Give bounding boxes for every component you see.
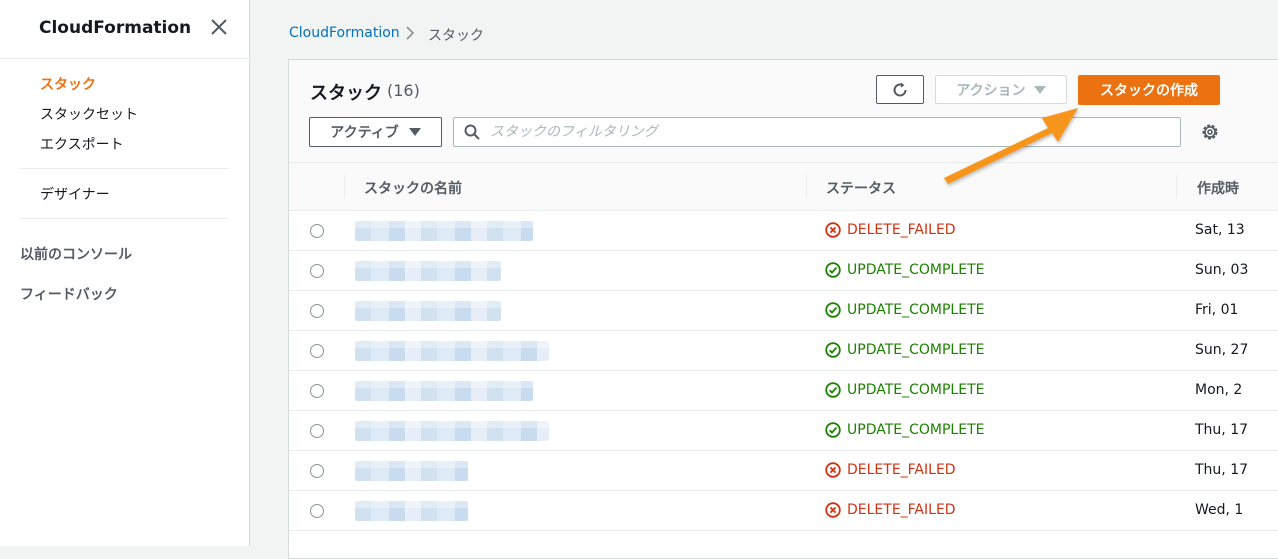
sidebar-item-feedback[interactable]: フィードバック [20,284,118,304]
status-text: DELETE_FAILED [847,502,956,518]
check-circle-icon [825,382,841,398]
row-select-radio[interactable] [310,304,324,318]
panel-header: スタック (16) アクション スタックの作成 アクティブ [289,60,1278,163]
stack-name-link-redacted[interactable] [355,501,468,521]
table-row[interactable]: UPDATE_COMPLETE Fri, 01 [289,291,1278,331]
stack-name-link-redacted[interactable] [355,421,549,441]
sidebar: CloudFormation スタック スタックセット エクスポート デザイナー… [0,0,250,546]
stack-count: (16) [387,81,420,100]
created-time-cell: Sun, 03 [1195,262,1249,278]
stacks-panel: スタック (16) アクション スタックの作成 アクティブ スタックのフィルタリ… [288,59,1278,559]
table-row[interactable]: DELETE_FAILED Wed, 1 [289,491,1278,531]
sidebar-divider [20,168,229,169]
table-header: スタックの名前 ステータス 作成時 [289,163,1278,211]
status-cell: UPDATE_COMPLETE [825,342,984,358]
column-divider [806,175,807,199]
sidebar-title: CloudFormation [39,18,192,38]
status-text: UPDATE_COMPLETE [847,342,985,358]
stack-name-link-redacted[interactable] [355,261,501,281]
stack-name-link-redacted[interactable] [355,381,533,401]
error-circle-icon [825,222,841,238]
created-time-cell: Sun, 27 [1195,342,1249,358]
refresh-icon [893,82,907,96]
status-text: UPDATE_COMPLETE [847,422,985,438]
created-time-cell: Thu, 17 [1195,422,1249,438]
row-select-radio[interactable] [310,224,324,238]
status-cell: UPDATE_COMPLETE [825,302,984,318]
row-select-radio[interactable] [310,464,324,478]
caret-down-icon [1033,85,1046,94]
status-cell: DELETE_FAILED [825,502,956,518]
check-circle-icon [825,302,841,318]
actions-label: アクション [956,82,1026,99]
status-text: UPDATE_COMPLETE [847,382,985,398]
column-header-name[interactable]: スタックの名前 [364,178,462,198]
created-time-cell: Fri, 01 [1195,302,1239,318]
stack-name-link-redacted[interactable] [355,461,468,481]
row-select-radio[interactable] [310,424,324,438]
chevron-right-icon [406,26,415,40]
sidebar-item-previous-console[interactable]: 以前のコンソール [20,244,132,264]
table-row[interactable]: DELETE_FAILED Sat, 13 [289,211,1278,251]
row-select-radio[interactable] [310,264,324,278]
refresh-button[interactable] [876,75,924,104]
table-row[interactable]: UPDATE_COMPLETE Sun, 03 [289,251,1278,291]
status-text: UPDATE_COMPLETE [847,302,985,318]
created-time-cell: Sat, 13 [1195,222,1245,238]
table-row[interactable]: DELETE_FAILED Thu, 17 [289,451,1278,491]
caret-down-icon [408,128,421,136]
status-text: DELETE_FAILED [847,462,956,478]
status-cell: UPDATE_COMPLETE [825,262,984,278]
error-circle-icon [825,462,841,478]
status-text: DELETE_FAILED [847,222,956,238]
search-input[interactable] [490,124,1170,140]
sidebar-item-designer[interactable]: デザイナー [40,184,110,204]
sidebar-item-stacks[interactable]: スタック [40,74,96,94]
status-filter-label: アクティブ [330,125,399,141]
search-icon [464,124,480,140]
column-header-status[interactable]: ステータス [826,178,896,198]
check-circle-icon [825,342,841,358]
sidebar-item-exports[interactable]: エクスポート [40,134,124,154]
created-time-cell: Wed, 1 [1195,502,1244,518]
status-cell: DELETE_FAILED [825,462,956,478]
status-text: UPDATE_COMPLETE [847,262,985,278]
close-icon[interactable] [208,16,230,38]
row-select-radio[interactable] [310,504,324,518]
status-cell: UPDATE_COMPLETE [825,382,984,398]
check-circle-icon [825,262,841,278]
page-title: スタック [310,83,382,104]
error-circle-icon [825,502,841,518]
created-time-cell: Thu, 17 [1195,462,1249,478]
table-row[interactable]: UPDATE_COMPLETE Sun, 27 [289,331,1278,371]
column-header-created[interactable]: 作成時 [1197,178,1239,198]
stack-name-link-redacted[interactable] [355,301,501,321]
column-divider [344,175,345,199]
table-row[interactable]: UPDATE_COMPLETE Thu, 17 [289,411,1278,451]
status-cell: UPDATE_COMPLETE [825,422,984,438]
stack-search[interactable] [453,117,1181,147]
status-filter-dropdown[interactable]: アクティブ [309,117,442,147]
actions-dropdown[interactable]: アクション [935,75,1067,104]
stack-name-link-redacted[interactable] [355,221,533,241]
breadcrumb-current: スタック [428,28,484,44]
sidebar-divider [20,218,229,219]
row-select-radio[interactable] [310,344,324,358]
created-time-cell: Mon, 2 [1195,382,1243,398]
breadcrumb-root[interactable]: CloudFormation [289,25,400,41]
status-cell: DELETE_FAILED [825,222,956,238]
stack-name-link-redacted[interactable] [355,341,549,361]
create-stack-button[interactable]: スタックの作成 [1078,75,1220,105]
sidebar-divider [0,58,250,59]
row-select-radio[interactable] [310,384,324,398]
check-circle-icon [825,422,841,438]
gear-icon[interactable] [1200,122,1220,142]
column-divider [1176,175,1177,199]
table-row[interactable]: UPDATE_COMPLETE Mon, 2 [289,371,1278,411]
sidebar-item-stacksets[interactable]: スタックセット [40,104,138,124]
